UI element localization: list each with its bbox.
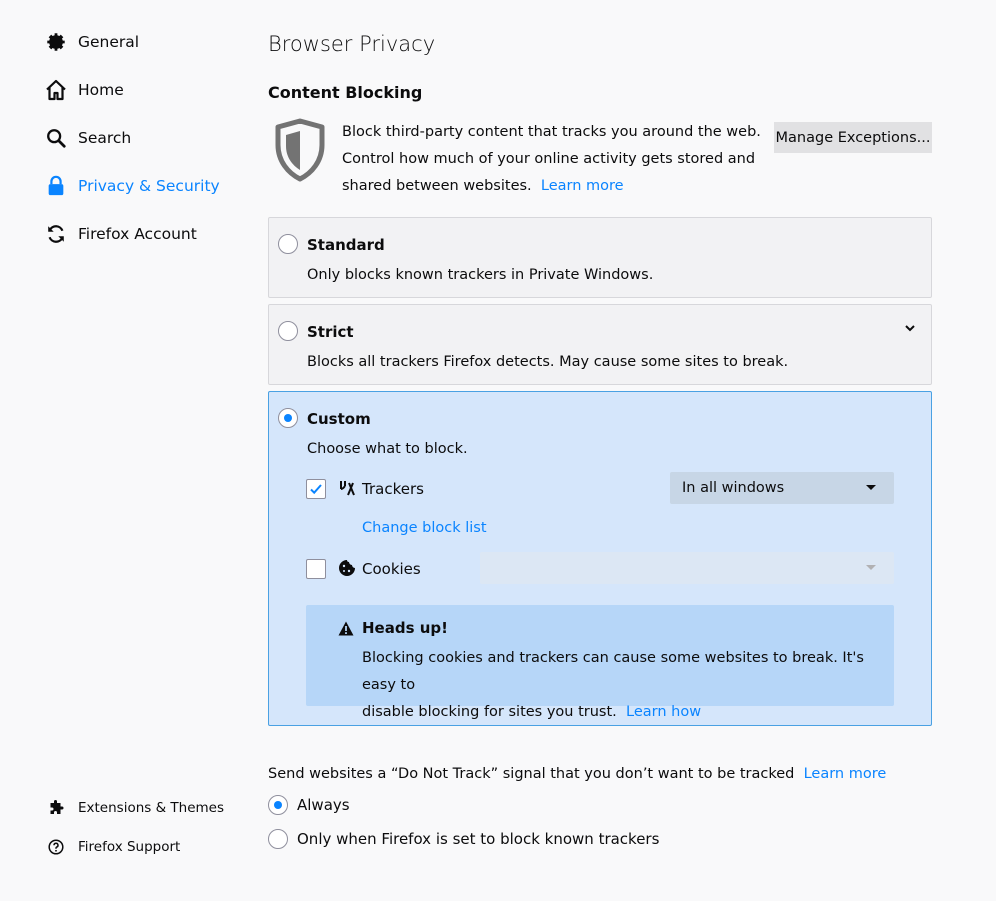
sync-icon <box>44 222 68 246</box>
sidebar-item-label: General <box>78 33 140 51</box>
sidebar-item-general[interactable]: General <box>44 27 139 57</box>
cookies-label: Cookies <box>362 560 421 578</box>
trackers-icon <box>338 479 356 501</box>
sidebar-item-home[interactable]: Home <box>44 75 124 105</box>
page-title: Browser Privacy <box>268 32 436 56</box>
cookie-icon <box>338 559 356 581</box>
strict-title: Strict <box>307 323 354 341</box>
custom-radio[interactable] <box>278 408 298 428</box>
heads-up-warning: Heads up! Blocking cookies and trackers … <box>306 605 894 720</box>
sidebar-item-label: Home <box>78 81 124 99</box>
section-title: Content Blocking <box>268 83 423 102</box>
custom-subtitle: Choose what to block. <box>307 441 468 457</box>
puzzle-icon <box>46 798 66 818</box>
sidebar-item-privacy-security[interactable]: Privacy & Security <box>44 171 220 201</box>
trackers-label: Trackers <box>362 480 424 498</box>
help-icon <box>46 837 66 857</box>
do-not-track-label: Send websites a “Do Not Track” signal th… <box>268 766 887 782</box>
learn-how-link[interactable]: Learn how <box>626 704 701 720</box>
manage-exceptions-button[interactable]: Manage Exceptions... <box>774 122 932 153</box>
dnt-only-when-option[interactable]: Only when Firefox is set to block known … <box>268 829 659 849</box>
sidebar-item-search[interactable]: Search <box>44 123 131 153</box>
change-block-list-link[interactable]: Change block list <box>362 520 487 536</box>
sidebar-item-label: Privacy & Security <box>78 177 220 195</box>
standard-subtitle: Only blocks known trackers in Private Wi… <box>307 267 654 283</box>
sidebar-footer-label: Firefox Support <box>78 839 181 855</box>
cookies-scope-select[interactable] <box>480 552 894 584</box>
sidebar-item-firefox-account[interactable]: Firefox Account <box>44 219 197 249</box>
custom-option-card[interactable]: Custom Choose what to block. Trackers In… <box>268 391 932 726</box>
strict-option-card[interactable]: Strict Blocks all trackers Firefox detec… <box>268 304 932 385</box>
warning-icon <box>338 621 354 640</box>
sidebar-footer-extensions-themes[interactable]: Extensions & Themes <box>46 797 224 819</box>
chevron-down-icon[interactable] <box>903 321 917 335</box>
sidebar-item-label: Firefox Account <box>78 225 197 243</box>
learn-more-link[interactable]: Learn more <box>541 178 624 194</box>
dnt-always-radio[interactable] <box>268 795 288 815</box>
standard-radio[interactable] <box>278 234 298 254</box>
shield-icon <box>272 117 328 187</box>
standard-option-card[interactable]: Standard Only blocks known trackers in P… <box>268 217 932 298</box>
trackers-scope-select[interactable]: In all windows <box>670 472 894 504</box>
gear-icon <box>44 30 68 54</box>
dnt-only-when-radio[interactable] <box>268 829 288 849</box>
trackers-checkbox[interactable] <box>306 479 326 499</box>
dropdown-arrow-icon <box>866 485 876 490</box>
search-icon <box>44 126 68 150</box>
sidebar-footer-label: Extensions & Themes <box>78 800 225 816</box>
dropdown-arrow-icon <box>866 565 876 570</box>
custom-title: Custom <box>307 410 371 428</box>
warning-body: Blocking cookies and trackers can cause … <box>362 650 864 720</box>
dnt-always-option[interactable]: Always <box>268 795 350 815</box>
sidebar-footer-firefox-support[interactable]: Firefox Support <box>46 836 180 858</box>
dnt-learn-more-link[interactable]: Learn more <box>804 766 887 782</box>
sidebar-item-label: Search <box>78 129 132 147</box>
standard-title: Standard <box>307 236 385 254</box>
warning-title: Heads up! <box>362 619 448 637</box>
lock-icon <box>44 174 68 198</box>
home-icon <box>44 78 68 102</box>
strict-radio[interactable] <box>278 321 298 341</box>
cookies-checkbox[interactable] <box>306 559 326 579</box>
content-blocking-description: Block third-party content that tracks yo… <box>342 124 761 194</box>
strict-subtitle: Blocks all trackers Firefox detects. May… <box>307 354 789 370</box>
